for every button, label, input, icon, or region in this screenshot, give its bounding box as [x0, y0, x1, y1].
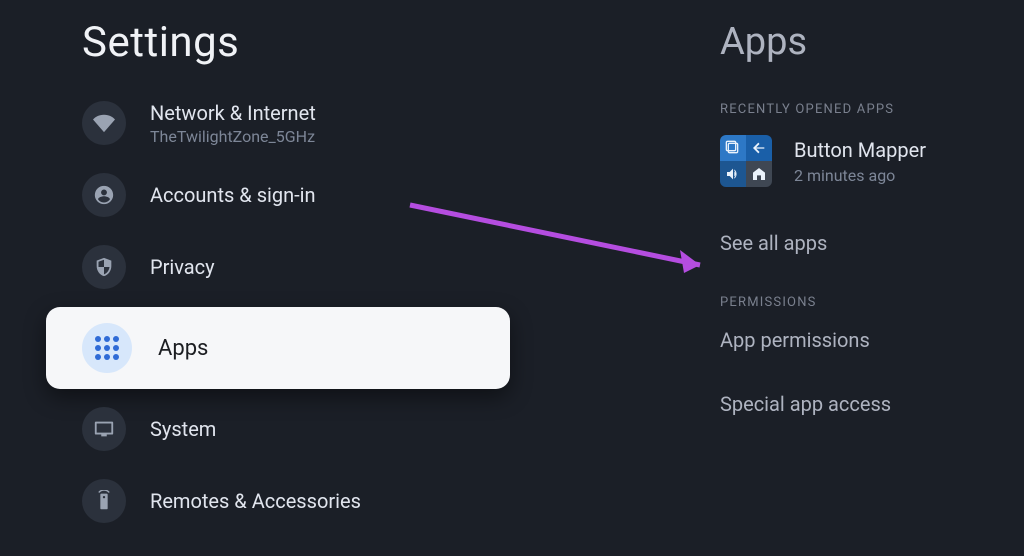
settings-left-pane: Settings Network & Internet TheTwilightZ…	[0, 0, 540, 556]
menu-label: System	[150, 417, 216, 441]
wifi-icon	[82, 101, 126, 145]
tv-icon	[82, 407, 126, 451]
see-all-apps[interactable]: See all apps	[720, 231, 1020, 255]
menu-item-remotes[interactable]: Remotes & Accessories	[0, 465, 540, 537]
button-mapper-icon	[720, 135, 772, 187]
recent-app-name: Button Mapper	[794, 138, 926, 162]
shield-icon	[82, 245, 126, 289]
recent-app-item[interactable]: Button Mapper 2 minutes ago	[720, 135, 1020, 187]
settings-title: Settings	[82, 18, 540, 67]
app-permissions[interactable]: App permissions	[720, 328, 1020, 352]
menu-item-network[interactable]: Network & Internet TheTwilightZone_5GHz	[0, 87, 540, 159]
menu-label: Accounts & sign-in	[150, 183, 316, 207]
menu-item-privacy[interactable]: Privacy	[0, 231, 540, 303]
remote-icon	[82, 479, 126, 523]
menu-label: Remotes & Accessories	[150, 489, 361, 513]
recently-opened-header: RECENTLY OPENED APPS	[720, 102, 1020, 117]
menu-label: Network & Internet	[150, 101, 316, 125]
menu-label: Privacy	[150, 255, 215, 279]
menu-item-apps[interactable]: Apps	[46, 307, 510, 389]
special-app-access[interactable]: Special app access	[720, 392, 1020, 416]
menu-item-system[interactable]: System	[0, 393, 540, 465]
permissions-header: PERMISSIONS	[720, 295, 1020, 310]
menu-item-accounts[interactable]: Accounts & sign-in	[0, 159, 540, 231]
account-icon	[82, 173, 126, 217]
apps-right-pane: Apps RECENTLY OPENED APPS Button Mapper …	[720, 0, 1020, 556]
menu-subtitle: TheTwilightZone_5GHz	[150, 127, 316, 146]
apps-icon	[82, 323, 132, 373]
settings-menu: Network & Internet TheTwilightZone_5GHz …	[0, 87, 540, 537]
right-title: Apps	[720, 20, 1020, 64]
menu-label: Apps	[158, 336, 208, 361]
recent-app-time: 2 minutes ago	[794, 166, 926, 185]
